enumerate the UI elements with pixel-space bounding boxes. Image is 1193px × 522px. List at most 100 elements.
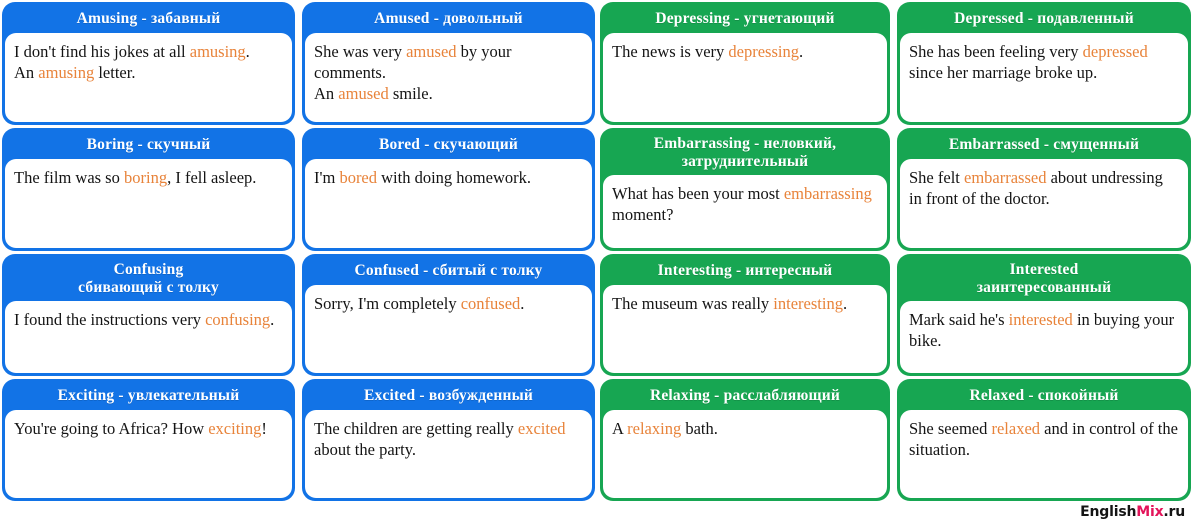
card-body: The children are getting really excited …	[305, 410, 592, 498]
vocab-card: Amusing - забавный I don't find his jokes…	[2, 2, 295, 125]
card-body: She was very amused by your comments. An …	[305, 33, 592, 122]
sentence-text: since her marriage broke up.	[909, 63, 1098, 82]
card-header: Interested заинтересованный	[900, 257, 1188, 301]
example-sentence: She has been feeling very depressed sinc…	[909, 41, 1179, 83]
highlighted-word: amused	[338, 84, 389, 103]
example-sentence: The children are getting really excited …	[314, 418, 583, 460]
highlighted-word: interesting	[773, 294, 843, 313]
card-header: Depressing - угнетающий	[603, 5, 887, 33]
sentence-text: Mark said he's	[909, 310, 1009, 329]
highlighted-word: relaxed	[991, 419, 1041, 438]
card-title-line-1: Excited - возбужденный	[363, 387, 534, 404]
sentence-text: The film was so	[14, 168, 124, 187]
example-sentence: The museum was really interesting.	[612, 293, 878, 314]
card-body: The news is very depressing.	[603, 33, 887, 122]
card-title-line-1: Amusing - забавный	[76, 10, 221, 27]
sentence-text: about the party.	[314, 440, 417, 459]
highlighted-word: depressing	[728, 42, 799, 61]
sentence-text: An	[314, 84, 339, 103]
vocab-card: Embarrassed - смущенный She felt embarras…	[897, 128, 1191, 251]
example-sentence: An amused smile.	[314, 83, 583, 104]
card-header: Amusing - забавный	[5, 5, 292, 33]
vocab-card: Excited - возбужденный The children are g…	[302, 379, 595, 501]
card-title-line-1: Depressed - подавленный	[954, 10, 1134, 27]
example-sentence: Sorry, I'm completely confused.	[314, 293, 583, 314]
sentence-text: .	[798, 42, 804, 61]
example-sentence: She felt embarrassed about undressing in…	[909, 167, 1179, 209]
card-title-line-1: Exciting - увлекательный	[57, 387, 240, 404]
card-title-line-1: Amused - довольный	[374, 10, 523, 27]
highlighted-word: embarrassing	[783, 184, 872, 203]
card-title-line-1: Confusing	[113, 261, 184, 278]
vocab-card: Embarrassing - неловкий, затруднительный W…	[600, 128, 890, 251]
card-header: Relaxing - расслабляющий	[603, 382, 887, 410]
sentence-text: The children are getting really	[314, 419, 518, 438]
vocab-card: Interesting - интересный The museum was r…	[600, 254, 890, 376]
vocab-card: Relaxed - спокойный She seemed relaxed an…	[897, 379, 1191, 501]
card-title-line-1: Interested	[1009, 261, 1079, 278]
card-body: You're going to Africa? How exciting!	[5, 410, 292, 498]
highlighted-word: interested	[1008, 310, 1073, 329]
highlighted-word: exciting	[208, 419, 262, 438]
card-body: I don't find his jokes at all amusing. An…	[5, 33, 292, 122]
sentence-text: A	[612, 419, 628, 438]
highlighted-word: boring	[123, 168, 168, 187]
example-sentence: I don't find his jokes at all amusing.	[14, 41, 283, 62]
sentence-text: !	[261, 419, 267, 438]
example-sentence: Mark said he's interested in buying your…	[909, 309, 1179, 351]
card-title-line-1: Relaxing - расслабляющий	[649, 387, 841, 404]
card-title-line-1: Bored - скучающий	[378, 136, 519, 153]
sentence-text: The museum was really	[612, 294, 774, 313]
highlighted-word: amused	[406, 42, 457, 61]
card-title-line-1: Interesting - интересный	[657, 262, 833, 279]
vocab-card: Interested заинтересованный Mark said he's…	[897, 254, 1191, 376]
card-body: She has been feeling very depressed sinc…	[900, 33, 1188, 122]
card-header: Confused - сбитый с толку	[305, 257, 592, 285]
sentence-text: She was very	[314, 42, 407, 61]
example-sentence: What has been your most embarrassing mom…	[612, 183, 878, 225]
sentence-text: I'm	[314, 168, 340, 187]
sentence-text: She felt	[909, 168, 964, 187]
card-body: What has been your most embarrassing mom…	[603, 175, 887, 248]
sentence-text: She seemed	[909, 419, 992, 438]
card-title-line-1: Boring - скучный	[86, 136, 211, 153]
card-body: She felt embarrassed about undressing in…	[900, 159, 1188, 248]
sentence-text: What has been your most	[612, 184, 784, 203]
highlighted-word: depressed	[1082, 42, 1148, 61]
sentence-text: The news is very	[612, 42, 729, 61]
highlighted-word: embarrassed	[964, 168, 1047, 187]
card-body: The film was so boring, I fell asleep.	[5, 159, 292, 248]
card-body: Mark said he's interested in buying your…	[900, 301, 1188, 373]
sentence-text: You're going to Africa? How	[14, 419, 209, 438]
card-body: I'm bored with doing homework.	[305, 159, 592, 248]
card-header: Confusing сбивающий с толку	[5, 257, 292, 301]
sentence-text: .	[842, 294, 848, 313]
card-title-line-1: Embarrassing - неловкий,	[653, 135, 837, 152]
card-body: Sorry, I'm completely confused.	[305, 285, 592, 373]
card-body: A relaxing bath.	[603, 410, 887, 498]
sentence-text: letter.	[94, 63, 136, 82]
card-header: Bored - скучающий	[305, 131, 592, 159]
example-sentence: An amusing letter.	[14, 62, 283, 83]
sentence-text: with doing homework.	[377, 168, 532, 187]
example-sentence: You're going to Africa? How exciting!	[14, 418, 283, 439]
example-sentence: The film was so boring, I fell asleep.	[14, 167, 283, 188]
vocab-card: Boring - скучный The film was so boring, …	[2, 128, 295, 251]
example-sentence: The news is very depressing.	[612, 41, 878, 62]
vocabulary-card-grid: Amusing - забавный I don't find his jokes…	[0, 0, 1193, 522]
highlighted-word: relaxing	[627, 419, 682, 438]
card-body: She seemed relaxed and in control of the…	[900, 410, 1188, 498]
highlighted-word: confused	[460, 294, 521, 313]
sentence-text: .	[245, 42, 250, 61]
sentence-text: I don't find his jokes at all	[14, 42, 190, 61]
card-title-line-1: Relaxed - спокойный	[969, 387, 1119, 404]
card-header: Embarrassed - смущенный	[900, 131, 1188, 159]
vocab-card: Confusing сбивающий с толку I found the in…	[2, 254, 295, 376]
card-title-line-2: затруднительный	[681, 153, 809, 170]
card-title-line-1: Embarrassed - смущенный	[948, 136, 1140, 153]
card-header: Interesting - интересный	[603, 257, 887, 285]
highlighted-word: excited	[517, 419, 566, 438]
example-sentence: She seemed relaxed and in control of the…	[909, 418, 1179, 460]
card-header: Boring - скучный	[5, 131, 292, 159]
highlighted-word: amusing	[38, 63, 95, 82]
